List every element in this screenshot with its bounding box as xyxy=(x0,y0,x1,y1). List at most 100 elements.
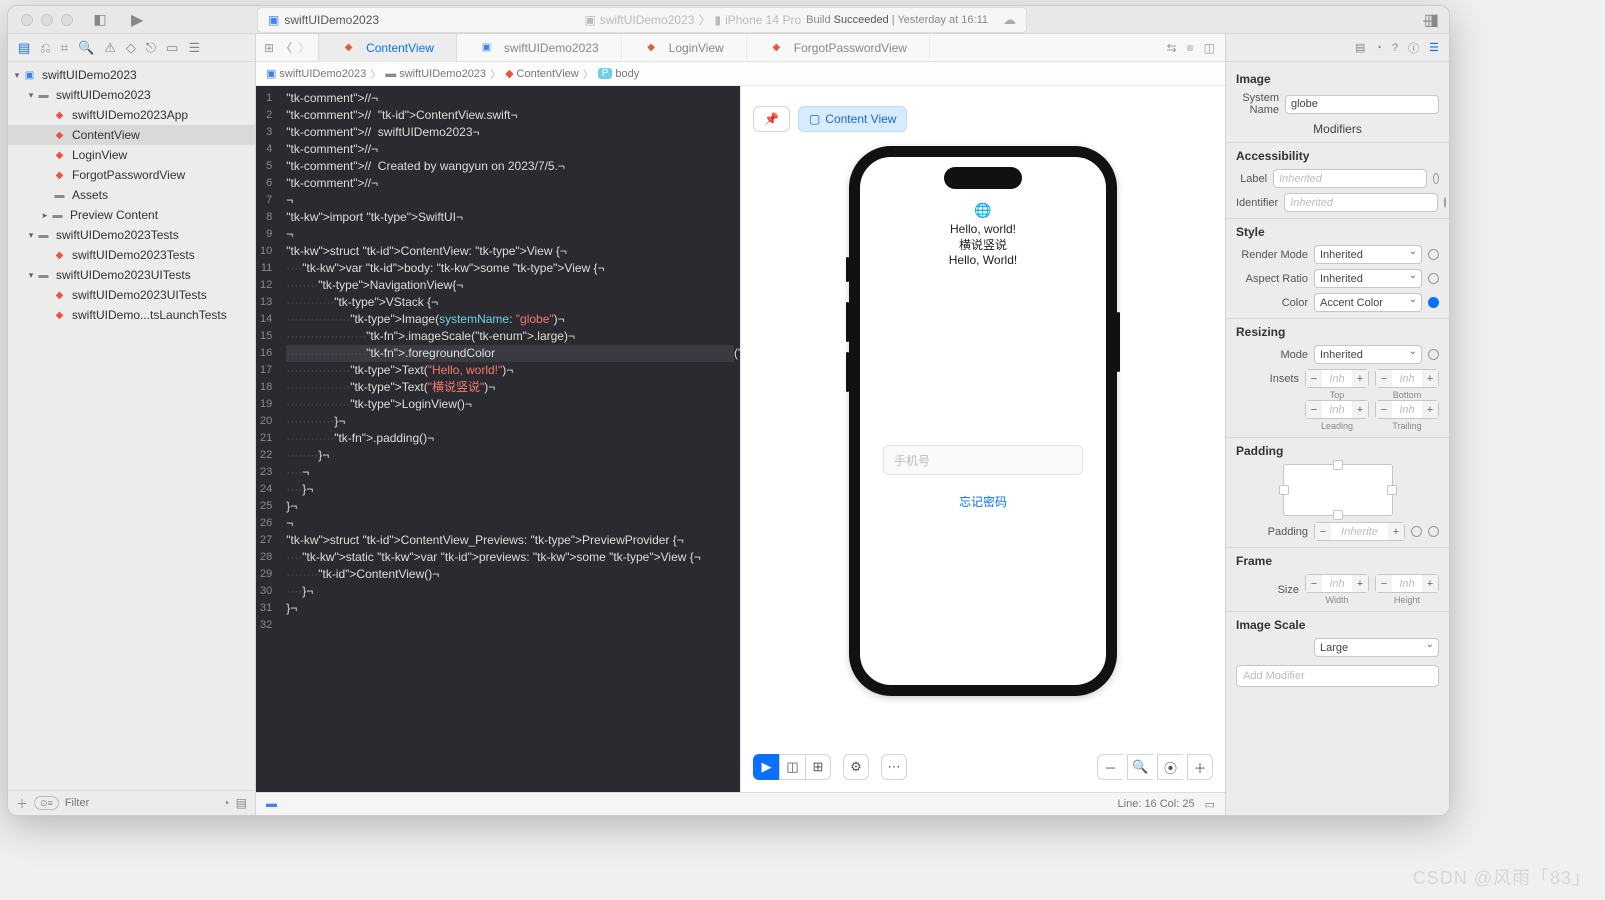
frame-height-stepper[interactable]: −+ xyxy=(1375,574,1439,593)
build-status: Build Succeeded | Yesterday at 16:11 xyxy=(806,14,988,26)
activity-view[interactable]: ▣ swiftUIDemo2023 ▣ swiftUIDemo2023 〉 ▮ … xyxy=(257,7,1027,33)
device-settings-button[interactable]: ⚙ xyxy=(843,754,869,780)
code-editor[interactable]: 1234567891011121314151617181920212223242… xyxy=(256,86,740,792)
inset-bottom-stepper[interactable]: −+ xyxy=(1375,369,1439,388)
breadcrumb-folder[interactable]: ▬ swiftUIDemo2023 xyxy=(385,68,486,80)
tree-file-assets[interactable]: ▬Assets xyxy=(8,185,255,205)
add-modifier-input[interactable]: Add Modifier xyxy=(1236,665,1439,687)
symbol-navigator-icon[interactable]: ⌗ xyxy=(61,40,68,56)
image-scale-select[interactable]: Large xyxy=(1314,638,1439,657)
tree-folder[interactable]: ▾▬swiftUIDemo2023 xyxy=(8,85,255,105)
resize-mode-select[interactable]: Inherited xyxy=(1314,345,1422,364)
find-navigator-icon[interactable]: 🔍 xyxy=(78,40,94,56)
inset-trailing-stepper[interactable]: −+ xyxy=(1375,400,1439,419)
padding-box-control[interactable] xyxy=(1283,464,1393,516)
file-inspector-icon[interactable]: ▤ xyxy=(1355,41,1365,54)
tab-loginview[interactable]: ◆LoginView xyxy=(622,34,747,62)
attributes-inspector-icon[interactable]: ☰ xyxy=(1429,41,1439,54)
acc-label-radio[interactable] xyxy=(1433,173,1439,184)
zoom-actual-button[interactable]: ⦿ xyxy=(1157,754,1183,780)
identity-inspector-icon[interactable]: ⓘ xyxy=(1408,40,1419,56)
zoom-window-icon[interactable] xyxy=(61,14,73,26)
zoom-in-button[interactable]: ＋ xyxy=(1187,754,1213,780)
breakpoint-navigator-icon[interactable]: ▭ xyxy=(166,40,178,56)
adjust-editor-icon[interactable]: ⇆ xyxy=(1167,41,1177,55)
zoom-fit-button[interactable]: 🔍 xyxy=(1127,754,1153,780)
history-inspector-icon[interactable]: ◔ xyxy=(1375,42,1382,54)
cloud-icon[interactable]: ☁ xyxy=(1003,12,1016,28)
status-folder-icon[interactable]: ▬ xyxy=(266,798,277,810)
live-preview-button[interactable]: ▶ xyxy=(753,754,779,780)
render-mode-radio[interactable] xyxy=(1428,249,1439,260)
close-window-icon[interactable] xyxy=(21,14,33,26)
zoom-out-button[interactable]: － xyxy=(1097,754,1123,780)
run-destination[interactable]: iPhone 14 Pro xyxy=(725,13,801,27)
recent-files-icon[interactable]: ◔ xyxy=(222,796,229,810)
breadcrumb-project[interactable]: ▣ swiftUIDemo2023 xyxy=(266,67,366,80)
preview-provider-chip[interactable]: ▢Content View xyxy=(798,106,908,132)
render-mode-select[interactable]: Inherited xyxy=(1314,245,1422,264)
tree-file-login[interactable]: ◆LoginView xyxy=(8,145,255,165)
selectable-preview-button[interactable]: ◫ xyxy=(779,754,805,780)
variants-preview-button[interactable]: ⊞ xyxy=(805,754,831,780)
filter-scope-icon[interactable]: ⊙≡ xyxy=(34,796,59,810)
acc-id-input[interactable] xyxy=(1284,193,1438,212)
frame-width-stepper[interactable]: −+ xyxy=(1305,574,1369,593)
tree-file-contentview[interactable]: ◆ContentView xyxy=(8,125,255,145)
preview-options-button[interactable]: ⋯ xyxy=(881,754,907,780)
tree-file-app[interactable]: ◆swiftUIDemo2023App xyxy=(8,105,255,125)
breadcrumb-symbol[interactable]: P body xyxy=(598,68,640,80)
section-style: Style xyxy=(1236,225,1439,239)
tree-project-root[interactable]: ▾▣swiftUIDemo2023 xyxy=(8,65,255,85)
scheme-name[interactable]: swiftUIDemo2023 xyxy=(600,13,695,27)
resize-mode-radio[interactable] xyxy=(1428,349,1439,360)
titlebar: ◧ ▶ ▣ swiftUIDemo2023 ▣ swiftUIDemo2023 … xyxy=(8,6,1449,34)
color-radio[interactable] xyxy=(1428,297,1439,308)
tree-folder-preview[interactable]: ▸▬Preview Content xyxy=(8,205,255,225)
nav-back-icon[interactable]: 〈 xyxy=(280,39,292,56)
related-items-icon[interactable]: ⊞ xyxy=(264,41,274,55)
minimize-window-icon[interactable] xyxy=(41,14,53,26)
test-navigator-icon[interactable]: ◇ xyxy=(126,40,136,56)
debug-navigator-icon[interactable]: ⎋ xyxy=(146,40,156,56)
acc-id-radio[interactable] xyxy=(1444,197,1446,208)
run-button-icon[interactable]: ▶ xyxy=(131,10,143,30)
report-navigator-icon[interactable]: ☰ xyxy=(188,40,200,56)
source-control-icon[interactable]: ⎌ xyxy=(40,40,50,56)
tree-folder-tests[interactable]: ▾▬swiftUIDemo2023Tests xyxy=(8,225,255,245)
editor-options-icon[interactable]: ≡ xyxy=(1187,41,1194,55)
tree-folder-uitests[interactable]: ▾▬swiftUIDemo2023UITests xyxy=(8,265,255,285)
minimap-toggle-icon[interactable]: ▭ xyxy=(1205,798,1215,811)
tab-project[interactable]: ▣swiftUIDemo2023 xyxy=(457,34,622,62)
breadcrumb-file[interactable]: ◆ ContentView xyxy=(505,67,579,80)
aspect-ratio-radio[interactable] xyxy=(1428,273,1439,284)
acc-label-input[interactable] xyxy=(1273,169,1427,188)
tab-forgotpassword[interactable]: ◆ForgotPasswordView xyxy=(747,34,930,62)
editor-area: ⊞ 〈 〉 ◆ContentView ▣swiftUIDemo2023 ◆Log… xyxy=(256,34,1226,815)
split-editor-icon[interactable]: ◫ xyxy=(1204,41,1215,55)
issue-navigator-icon[interactable]: ⚠ xyxy=(104,40,116,56)
add-file-icon[interactable]: ＋ xyxy=(16,795,28,812)
xcode-window: ◧ ▶ ▣ swiftUIDemo2023 ▣ swiftUIDemo2023 … xyxy=(7,5,1450,816)
padding-stepper[interactable]: −+ xyxy=(1314,522,1405,541)
tree-file-uitests[interactable]: ◆swiftUIDemo2023UITests xyxy=(8,285,255,305)
help-inspector-icon[interactable]: ? xyxy=(1392,42,1398,54)
aspect-ratio-select[interactable]: Inherited xyxy=(1314,269,1422,288)
toggle-inspector-icon[interactable]: ◨ xyxy=(1424,10,1439,30)
inset-leading-stepper[interactable]: −+ xyxy=(1305,400,1369,419)
filter-input[interactable] xyxy=(65,797,217,809)
tree-file-forgot[interactable]: ◆ForgotPasswordView xyxy=(8,165,255,185)
nav-forward-icon[interactable]: 〉 xyxy=(298,39,310,56)
toggle-sidebar-icon[interactable]: ◧ xyxy=(93,11,107,28)
tab-contentview[interactable]: ◆ContentView xyxy=(318,34,457,62)
tree-file-launch[interactable]: ◆swiftUIDemo...tsLaunchTests xyxy=(8,305,255,325)
pin-preview-button[interactable]: 📌 xyxy=(753,106,790,132)
system-name-input[interactable] xyxy=(1285,95,1439,114)
tree-file-tests[interactable]: ◆swiftUIDemo2023Tests xyxy=(8,245,255,265)
phone-input-preview[interactable]: 手机号 xyxy=(883,445,1083,475)
forgot-password-link[interactable]: 忘记密码 xyxy=(959,493,1007,510)
color-select[interactable]: Accent Color xyxy=(1314,293,1422,312)
inset-top-stepper[interactable]: −+ xyxy=(1305,369,1369,388)
scm-filter-icon[interactable]: ▤ xyxy=(236,796,247,810)
project-navigator-icon[interactable]: ▤ xyxy=(18,40,30,56)
